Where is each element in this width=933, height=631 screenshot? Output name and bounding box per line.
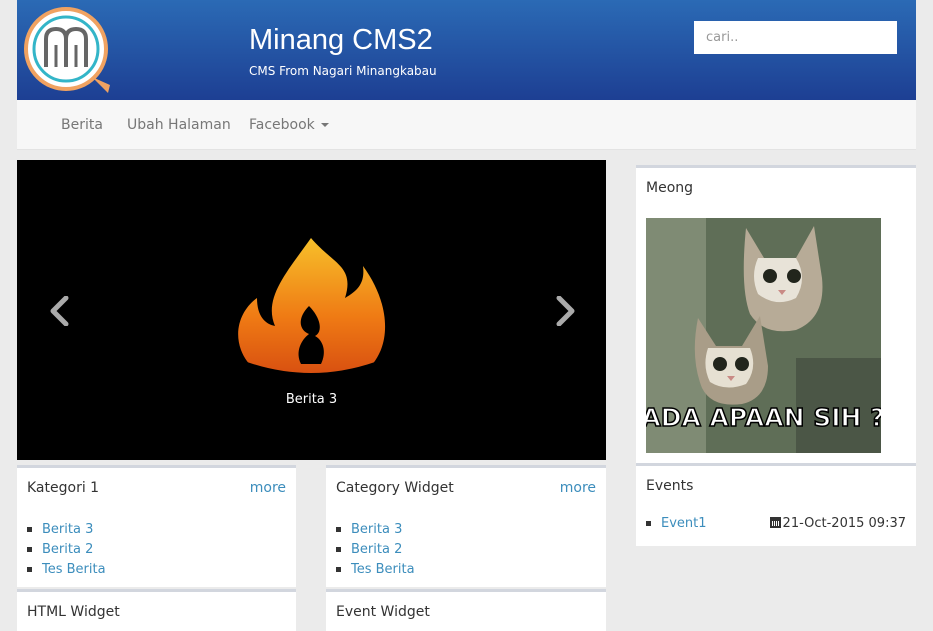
cat-meme-image: ADA APAAN SIH ? [646, 218, 881, 453]
events-widget: Events Event1 21-Oct-2015 09:37 [636, 463, 916, 546]
nav-item-berita[interactable]: Berita [61, 117, 103, 133]
carousel-caption[interactable]: Berita 3 [17, 392, 606, 407]
panel-title: Kategori 1 [27, 480, 100, 496]
list-item[interactable]: Berita 3 [27, 520, 106, 540]
news-list: Berita 3 Berita 2 Tes Berita [336, 520, 415, 580]
nav-item-ubah-halaman[interactable]: Ubah Halaman [127, 117, 231, 133]
event-widget: Event Widget [326, 589, 606, 631]
carousel-prev-icon[interactable] [45, 296, 75, 326]
caret-down-icon [320, 123, 329, 127]
calendar-icon [769, 517, 781, 528]
list-item[interactable]: Berita 2 [336, 540, 415, 560]
nav-item-facebook[interactable]: Facebook [249, 117, 329, 133]
event-date: 21-Oct-2015 09:37 [769, 516, 906, 531]
news-carousel: Berita 3 [17, 160, 606, 460]
meme-caption: ADA APAAN SIH ? [646, 403, 881, 432]
list-item[interactable]: Tes Berita [336, 560, 415, 580]
more-link[interactable]: more [560, 480, 596, 496]
panel-title: Meong [646, 180, 694, 196]
search-input[interactable] [694, 21, 897, 54]
event-row: Event1 21-Oct-2015 09:37 [646, 516, 906, 536]
panel-title: Category Widget [336, 480, 454, 496]
more-link[interactable]: more [250, 480, 286, 496]
event-link[interactable]: Event1 [646, 516, 707, 531]
site-logo-icon[interactable] [22, 5, 112, 95]
kategori-widget: Kategori 1 more Berita 3 Berita 2 Tes Be… [17, 465, 296, 587]
site-title[interactable]: Minang CMS2 [249, 24, 433, 57]
panel-title: Events [646, 478, 694, 494]
site-subtitle: CMS From Nagari Minangkabau [249, 64, 437, 78]
list-item[interactable]: Tes Berita [27, 560, 106, 580]
panel-title: Event Widget [336, 604, 430, 620]
meong-widget: Meong ADA APAAN SIH ? [636, 165, 916, 463]
list-item[interactable]: Berita 2 [27, 540, 106, 560]
category-widget: Category Widget more Berita 3 Berita 2 T… [326, 465, 606, 587]
cat-photo-icon: ADA APAAN SIH ? [646, 218, 881, 453]
navbar: Berita Ubah Halaman Facebook [17, 100, 916, 150]
codeigniter-flame-icon [238, 238, 386, 384]
nav-item-facebook-label: Facebook [249, 117, 315, 133]
panel-title: HTML Widget [27, 604, 120, 620]
list-item[interactable]: Berita 3 [336, 520, 415, 540]
event-date-text: 21-Oct-2015 09:37 [782, 516, 906, 531]
html-widget: HTML Widget [17, 589, 296, 631]
site-header: Minang CMS2 CMS From Nagari Minangkabau [17, 0, 916, 100]
news-list: Berita 3 Berita 2 Tes Berita [27, 520, 106, 580]
carousel-next-icon[interactable] [550, 296, 580, 326]
